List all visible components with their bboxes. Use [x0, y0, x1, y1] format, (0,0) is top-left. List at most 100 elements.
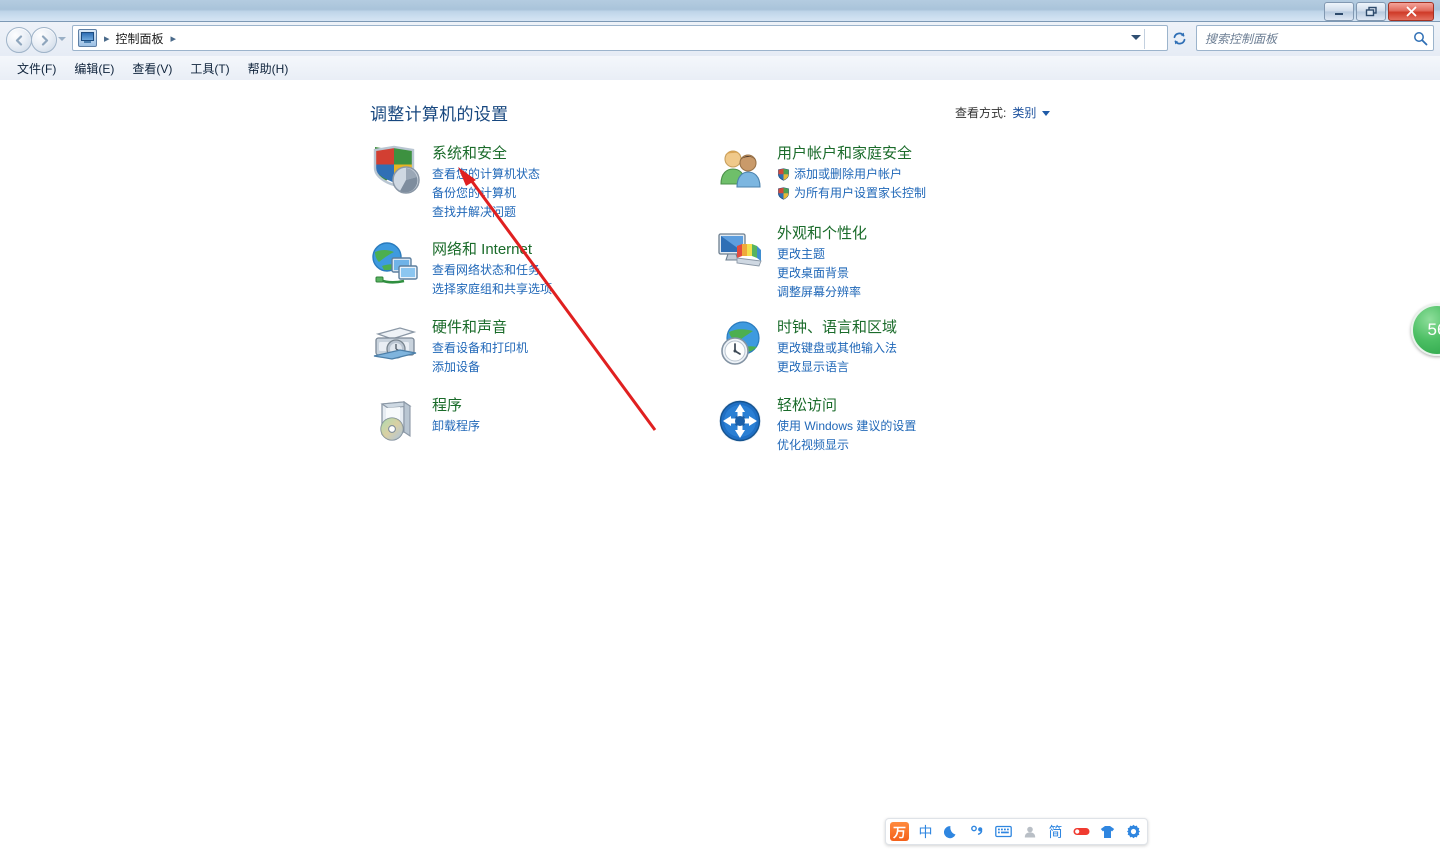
category-title-user-accounts-family-safety[interactable]: 用户帐户和家庭安全 — [777, 144, 912, 163]
control-panel-icon — [78, 29, 97, 47]
link-view-devices-printers[interactable]: 查看设备和打印机 — [432, 339, 750, 358]
category-title-network-and-internet[interactable]: 网络和 Internet — [432, 240, 532, 259]
ime-language-mode-button[interactable]: 中 — [916, 821, 935, 842]
link-backup-computer[interactable]: 备份您的计算机 — [432, 184, 750, 203]
address-dropdown-icon[interactable] — [1131, 35, 1141, 40]
title-bar — [0, 0, 1440, 22]
address-bar-divider — [1144, 29, 1145, 49]
link-homegroup-sharing-options[interactable]: 选择家庭组和共享选项 — [432, 280, 750, 299]
link-label: 查看网络状态和任务 — [432, 263, 541, 277]
close-button[interactable] — [1388, 2, 1434, 21]
link-change-display-language[interactable]: 更改显示语言 — [777, 358, 1095, 377]
link-label: 备份您的计算机 — [432, 186, 517, 200]
link-label: 优化视频显示 — [777, 438, 850, 452]
ime-settings-button[interactable] — [1124, 821, 1143, 842]
ime-skin-button[interactable] — [1098, 821, 1117, 842]
content-area: 调整计算机的设置 查看方式: 类别 系统和安全 查看您的计算机状态 备份您的计算… — [0, 80, 1440, 858]
category-user-accounts-family-safety: 用户帐户和家庭安全 添加或删除用户帐户 为所有用户设置家长控制 — [715, 144, 1095, 206]
forward-arrow-icon — [41, 34, 48, 46]
menu-item-view[interactable]: 查看(V) — [123, 57, 181, 80]
link-label: 调整屏幕分辨率 — [777, 285, 862, 299]
minimize-button[interactable] — [1324, 2, 1354, 21]
soft-keyboard-icon — [995, 825, 1012, 838]
appearance-personalization-icon[interactable] — [715, 224, 767, 276]
link-label: 使用 Windows 建议的设置 — [777, 419, 917, 433]
link-change-keyboard-input[interactable]: 更改键盘或其他输入法 — [777, 339, 1095, 358]
category-title-system-and-security[interactable]: 系统和安全 — [432, 144, 507, 163]
category-appearance-personalization: 外观和个性化 更改主题 更改桌面背景 调整屏幕分辨率 — [715, 224, 1095, 302]
link-change-theme[interactable]: 更改主题 — [777, 245, 1095, 264]
link-add-device[interactable]: 添加设备 — [432, 358, 750, 377]
menu-item-tools[interactable]: 工具(T) — [181, 57, 238, 80]
link-view-computer-status[interactable]: 查看您的计算机状态 — [432, 165, 750, 184]
restore-icon — [1365, 6, 1377, 17]
category-title-hardware-and-sound[interactable]: 硬件和声音 — [432, 318, 507, 337]
category-clock-language-region: 时钟、语言和区域 更改键盘或其他输入法 更改显示语言 — [715, 318, 1095, 380]
moon-icon — [944, 826, 956, 839]
menu-item-file[interactable]: 文件(F) — [8, 57, 65, 80]
minimize-icon — [1335, 12, 1343, 15]
search-placeholder: 搜索控制面板 — [1205, 31, 1278, 46]
link-label: 查看您的计算机状态 — [432, 167, 541, 181]
link-label: 卸载程序 — [432, 419, 481, 433]
recent-locations-dropdown[interactable] — [58, 37, 66, 41]
refresh-button[interactable] — [1168, 27, 1190, 49]
ime-toolbox-button[interactable] — [1072, 821, 1091, 842]
forward-button[interactable] — [31, 27, 57, 53]
ime-soft-keyboard-button[interactable] — [994, 821, 1013, 842]
address-bar[interactable]: ▸ 控制面板 ▸ — [72, 25, 1168, 51]
menu-item-help[interactable]: 帮助(H) — [239, 57, 298, 80]
page-title: 调整计算机的设置 — [370, 105, 509, 124]
breadcrumb-item-control-panel[interactable]: 控制面板 — [116, 30, 164, 47]
address-bar-row: ▸ 控制面板 ▸ 搜索控制面板 — [0, 22, 1440, 56]
right-column: 用户帐户和家庭安全 添加或删除用户帐户 为所有用户设置家长控制 外观和个性化 更… — [715, 144, 1095, 462]
category-title-appearance-personalization[interactable]: 外观和个性化 — [777, 224, 867, 243]
link-find-fix-problems[interactable]: 查找并解决问题 — [432, 203, 750, 222]
ime-punctuation-button[interactable] — [968, 821, 987, 842]
search-icon — [1414, 31, 1428, 45]
search-input[interactable]: 搜索控制面板 — [1196, 25, 1434, 51]
ease-of-access-icon[interactable] — [715, 396, 767, 448]
category-title-programs[interactable]: 程序 — [432, 396, 462, 415]
window-controls — [1324, 2, 1434, 21]
link-label: 更改主题 — [777, 247, 826, 261]
ime-simplified-mode-button[interactable]: 简 — [1046, 821, 1065, 842]
category-programs: 程序 卸载程序 — [370, 396, 750, 458]
link-label: 查找并解决问题 — [432, 205, 517, 219]
link-change-desktop-background[interactable]: 更改桌面背景 — [777, 264, 1095, 283]
link-view-network-status[interactable]: 查看网络状态和任务 — [432, 261, 750, 280]
close-icon — [1406, 6, 1416, 17]
system-security-icon[interactable] — [370, 144, 422, 196]
back-button[interactable] — [6, 27, 32, 53]
uac-shield-icon — [778, 168, 789, 181]
ime-moon-button[interactable] — [942, 821, 961, 842]
ime-user-button[interactable] — [1020, 821, 1039, 842]
menu-item-edit[interactable]: 编辑(E) — [65, 57, 123, 80]
settings-gear-icon — [1127, 824, 1140, 839]
link-uninstall-program[interactable]: 卸载程序 — [432, 417, 750, 436]
user-accounts-icon[interactable] — [715, 144, 767, 196]
hardware-sound-icon[interactable] — [370, 318, 422, 370]
network-internet-icon[interactable] — [370, 240, 422, 292]
link-use-windows-recommended-settings[interactable]: 使用 Windows 建议的设置 — [777, 417, 1095, 436]
ime-language-mode-label: 中 — [918, 823, 933, 840]
programs-icon[interactable] — [370, 396, 422, 448]
maximize-button[interactable] — [1356, 2, 1386, 21]
category-title-ease-of-access[interactable]: 轻松访问 — [777, 396, 837, 415]
link-add-remove-user-accounts[interactable]: 添加或删除用户帐户 — [777, 165, 1095, 184]
ime-simplified-mode-label: 简 — [1048, 823, 1063, 840]
back-arrow-icon — [15, 34, 22, 46]
category-title-clock-language-region[interactable]: 时钟、语言和区域 — [777, 318, 897, 337]
breadcrumb-separator-1[interactable]: ▸ — [171, 32, 177, 45]
ime-logo-button[interactable]: 万 — [890, 821, 909, 842]
link-setup-parental-controls[interactable]: 为所有用户设置家长控制 — [777, 184, 1095, 203]
chevron-down-icon[interactable] — [1042, 111, 1051, 116]
punctuation-mode-icon — [971, 825, 983, 835]
user-icon — [1024, 826, 1035, 837]
link-optimize-visual-display[interactable]: 优化视频显示 — [777, 436, 1095, 455]
link-label: 更改桌面背景 — [777, 266, 850, 280]
clock-language-region-icon[interactable] — [715, 318, 767, 370]
view-by-value[interactable]: 类别 — [1012, 104, 1036, 121]
menu-bar: 文件(F) 编辑(E) 查看(V) 工具(T) 帮助(H) — [0, 56, 1440, 80]
link-adjust-screen-resolution[interactable]: 调整屏幕分辨率 — [777, 283, 1095, 302]
